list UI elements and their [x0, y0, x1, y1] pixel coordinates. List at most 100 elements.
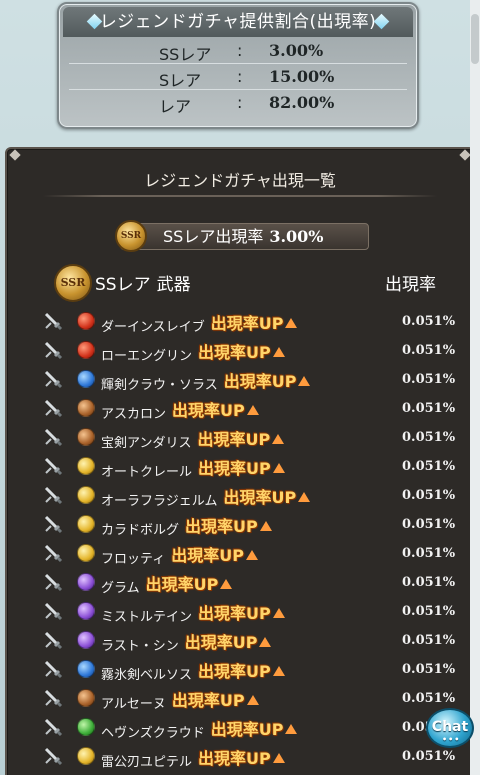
rate-up-text: 出現率UP [198, 459, 271, 478]
weapon-name-text: ミストルテイン [101, 610, 193, 625]
rate-up-badge: 出現率UP [146, 571, 233, 595]
rate-colon: : [237, 41, 243, 60]
light-element-icon [77, 457, 95, 475]
list-item[interactable]: 宝剣アンダリス 出現率UP 0.051% [7, 423, 473, 452]
list-item[interactable]: ヘヴンズクラウド 出現率UP 0.051 [7, 713, 473, 742]
rate-up-text: 出現率UP [210, 720, 284, 739]
rate-panel-title-text: レジェンドガチャ提供割合(出現率) [99, 12, 377, 32]
rate-up-text: 出現率UP [184, 633, 258, 652]
weapon-name: オートクレール 出現率UP [101, 457, 285, 481]
rate-up-badge: 出現率UP [198, 600, 285, 624]
weapon-name: グラム 出現率UP [101, 571, 233, 597]
ssr-badge-icon: SSR [54, 264, 92, 302]
rate-up-text: 出現率UP [171, 691, 245, 710]
weapon-name: カラドボルグ 出現率UP [101, 515, 272, 539]
chat-label: Chat [431, 719, 469, 735]
rate-row-sr: Sレア : 15.00% [69, 67, 407, 90]
up-arrow-icon [272, 434, 285, 444]
weapon-rate: 0.051% [402, 575, 456, 590]
rate-value: 3.00% [269, 41, 324, 60]
list-item[interactable]: ローエングリン 出現率UP 0.051% [7, 336, 473, 365]
fire-element-icon [77, 312, 95, 330]
weapon-name: フロッティ 出現率UP [101, 544, 258, 568]
weapon-name: ミストルテイン 出現率UP [101, 602, 285, 626]
scroll-thumb[interactable] [471, 14, 479, 64]
rate-panel-title: レジェンドガチャ提供割合(出現率) [63, 7, 413, 37]
weapon-name-text: グラム [101, 581, 140, 596]
up-arrow-icon [246, 405, 259, 415]
rate-colon: : [237, 93, 243, 112]
scrollbar[interactable] [470, 0, 480, 775]
rate-up-badge: 出現率UP [198, 745, 285, 769]
list-item[interactable]: ミストルテイン 出現率UP 0.051% [7, 597, 473, 626]
rate-up-badge: 出現率UP [211, 716, 298, 740]
rate-up-text: 出現率UP [198, 662, 271, 681]
up-arrow-icon [272, 608, 285, 618]
sword-icon [43, 427, 63, 447]
rate-up-badge: 出現率UP [185, 629, 272, 653]
gacha-list-panel: レジェンドガチャ出現一覧 SSR SSレア出現率 3.00% SSR SSレア 武器… [5, 147, 475, 775]
sword-icon [43, 717, 63, 737]
weapon-rate: 0.051% [402, 546, 456, 561]
chat-dots-icon: ••• [442, 735, 461, 744]
list-item[interactable]: カラドボルグ 出現率UP 0.051% [7, 510, 473, 539]
rate-up-text: 出現率UP [197, 430, 271, 449]
up-arrow-icon [298, 492, 311, 502]
earth-element-icon [77, 428, 95, 446]
up-arrow-icon [285, 724, 298, 734]
sword-icon [43, 369, 63, 389]
sword-icon [43, 572, 63, 592]
list-item[interactable]: アスカロン 出現率UP 0.051% [7, 394, 473, 423]
weapon-name: アルセーヌ 出現率UP [101, 689, 259, 713]
list-item[interactable]: オーラフラジェルム 出現率UP 0.051% [7, 481, 473, 510]
list-item[interactable]: フロッティ 出現率UP 0.051% [7, 539, 473, 568]
sword-icon [43, 746, 63, 766]
weapon-name-text: オートクレール [101, 465, 193, 480]
weapon-rate: 0.051% [402, 343, 456, 358]
rate-label: Sレア [159, 71, 202, 90]
list-item[interactable]: 輝剣クラウ・ソラス 出現率UP 0.051% [7, 365, 473, 394]
list-item[interactable]: アルセーヌ 出現率UP 0.051% [7, 684, 473, 713]
weapon-name: ローエングリン 出現率UP [101, 341, 285, 365]
chat-button[interactable]: Chat ••• [426, 708, 474, 748]
list-item[interactable]: 霧氷剣ベルソス 出現率UP 0.051% [7, 655, 473, 684]
rate-up-badge: 出現率UP [198, 658, 285, 682]
rate-up-badge: 出現率UP [224, 368, 311, 392]
weapon-name-text: ラスト・シン [101, 639, 179, 654]
up-arrow-icon [245, 550, 258, 560]
rate-up-text: 出現率UP [210, 314, 284, 333]
rate-up-text: 出現率UP [172, 401, 245, 420]
rate-label: SSレア [159, 45, 212, 64]
weapon-name-text: アルセーヌ [101, 697, 166, 712]
weapon-rate: 0.051% [402, 488, 456, 503]
up-arrow-icon [272, 753, 285, 763]
weapon-name: オーラフラジェルム 出現率UP [101, 486, 311, 510]
up-arrow-icon [272, 463, 285, 473]
ssr-badge-icon: SSR [115, 220, 147, 252]
list-item[interactable]: グラム 出現率UP 0.051% [7, 568, 473, 597]
rate-value: 82.00% [269, 93, 335, 112]
light-element-icon [77, 747, 95, 765]
fire-element-icon [77, 341, 95, 359]
weapon-name-text: ローエングリン [101, 349, 193, 364]
weapon-name: 宝剣アンダリス 出現率UP [101, 428, 285, 452]
rate-row-r: レア : 82.00% [69, 93, 407, 116]
up-arrow-icon [298, 376, 311, 386]
rate-up-text: 出現率UP [223, 488, 297, 507]
dark-element-icon [77, 573, 95, 591]
weapon-rate: 0.051% [402, 662, 456, 677]
title-divider [43, 195, 437, 197]
sword-icon [43, 311, 63, 331]
list-item[interactable]: ラスト・シン 出現率UP 0.051% [7, 626, 473, 655]
rate-up-badge: 出現率UP [171, 542, 258, 566]
ssr-rate-banner: SSR SSレア出現率 3.00% [115, 220, 369, 252]
banner-value: 3.00% [269, 227, 324, 246]
list-item[interactable]: 雷公刃ユピテル 出現率UP 0.051% [7, 742, 473, 771]
rate-up-badge: 出現率UP [198, 455, 285, 479]
list-item[interactable]: ダーインスレイブ 出現率UP 0.051% [7, 307, 473, 336]
rate-up-badge: 出現率UP [172, 687, 259, 711]
weapon-name-text: 宝剣アンダリス [101, 436, 192, 451]
sword-icon [43, 688, 63, 708]
rate-column-header: 出現率 [385, 275, 436, 295]
list-item[interactable]: オートクレール 出現率UP 0.051% [7, 452, 473, 481]
